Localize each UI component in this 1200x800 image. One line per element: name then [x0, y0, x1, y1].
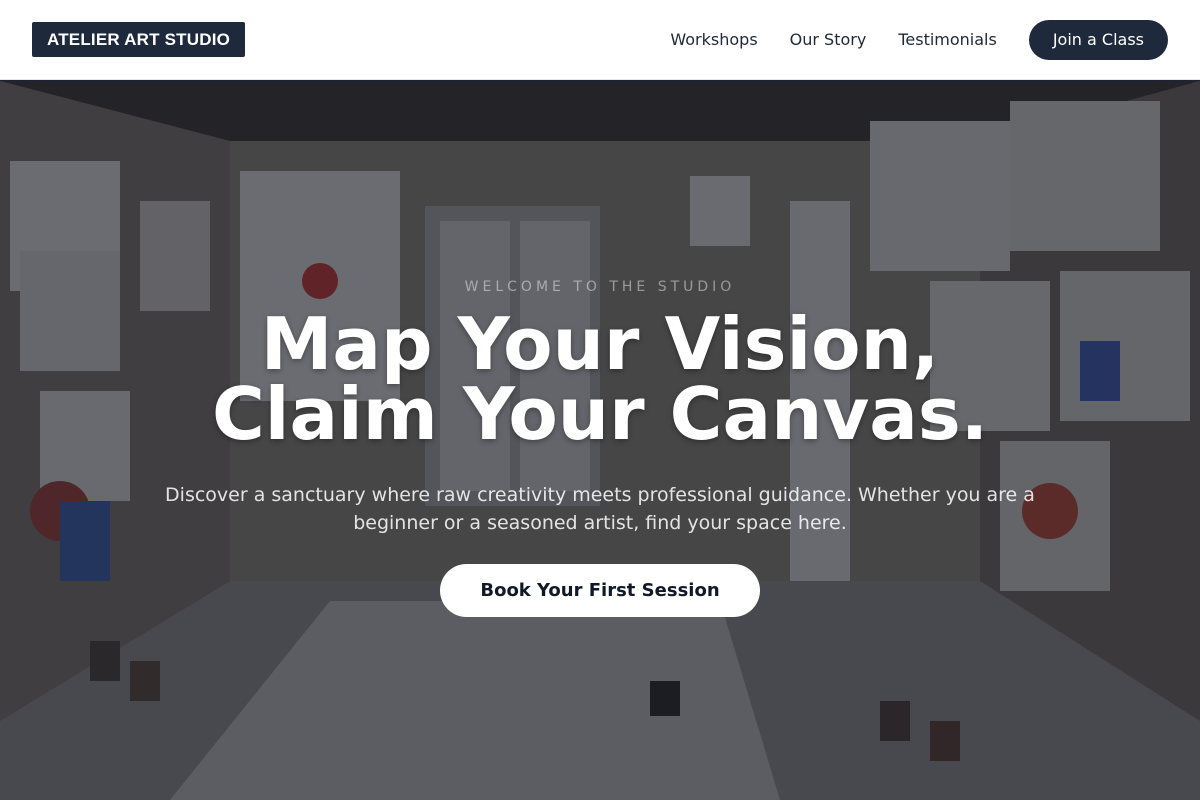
site-header: ATELIER ART STUDIO Workshops Our Story T…: [0, 0, 1200, 80]
hero-subtext: Discover a sanctuary where raw creativit…: [165, 484, 1035, 534]
nav-link-our-story[interactable]: Our Story: [790, 30, 867, 49]
hero-eyebrow: WELCOME TO THE STUDIO: [464, 279, 736, 295]
hero-headline-line1: Map Your Vision,: [260, 302, 940, 386]
nav-link-workshops[interactable]: Workshops: [670, 30, 757, 49]
hero-section: WELCOME TO THE STUDIO Map Your Vision, C…: [0, 81, 1200, 800]
book-session-button[interactable]: Book Your First Session: [440, 564, 760, 617]
hero-headline: Map Your Vision, Claim Your Canvas.: [0, 302, 1200, 456]
main-nav: Workshops Our Story Testimonials Join a …: [670, 19, 1168, 60]
hero-headline-line2: Claim Your Canvas.: [211, 372, 989, 456]
join-class-button[interactable]: Join a Class: [1028, 19, 1168, 60]
logo[interactable]: ATELIER ART STUDIO: [32, 22, 246, 57]
hero-content: WELCOME TO THE STUDIO Map Your Vision, C…: [0, 81, 1200, 800]
nav-link-testimonials[interactable]: Testimonials: [898, 30, 997, 49]
